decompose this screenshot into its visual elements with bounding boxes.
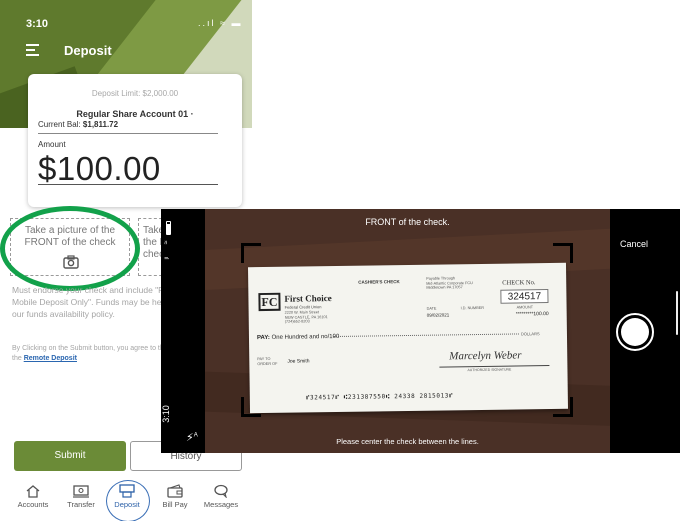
check-date: 09/02/2021 — [426, 312, 450, 318]
amount-label: AMOUNT — [516, 305, 534, 310]
pay-amount-words: One Hundred and no/100 — [271, 333, 340, 341]
pay-label: PAY: — [256, 334, 270, 342]
messages-icon — [214, 484, 228, 498]
current-balance: Current Bal: $1,811.72 — [38, 120, 118, 129]
amount-underline — [38, 184, 218, 185]
bank-logo: FC — [258, 292, 281, 312]
tab-messages[interactable]: Messages — [196, 484, 246, 509]
shutter-button[interactable] — [616, 313, 654, 351]
camera-viewfinder: FRONT of the check. FC First Choice Fede… — [205, 209, 610, 453]
tab-bill-pay[interactable]: Bill Pay — [150, 484, 200, 509]
date-label: DATE — [426, 306, 437, 311]
deposit-card: Deposit Limit: $2,000.00 Regular Share A… — [28, 74, 242, 207]
status-icons: ..ıl ≈ ▬ — [198, 18, 243, 28]
amount-label: Amount — [38, 140, 66, 149]
frame-corner — [553, 243, 573, 263]
micr-line: ⑈324517⑈ ⑆231387550⑆ 24338 2815013⑈ — [305, 392, 454, 402]
bank-subtitle: Federal Credit Union — [284, 304, 322, 310]
flash-icon: ⚡ — [186, 432, 194, 444]
dollars-label: DOLLARS — [520, 331, 540, 337]
pay-dotted-line — [332, 333, 519, 338]
menu-icon[interactable] — [26, 44, 39, 56]
check-number: 324517 — [500, 289, 549, 304]
page-title: Deposit — [64, 43, 112, 58]
shutter-inner — [621, 318, 649, 346]
tab-label: Bill Pay — [162, 500, 188, 509]
camera-title: FRONT of the check. — [365, 217, 450, 227]
frame-corner — [241, 243, 261, 263]
status-time: 3:10 — [161, 405, 171, 423]
payable-through: Payable Through Mid-Atlantic Corporate F… — [426, 276, 473, 290]
flash-mode: A — [193, 432, 198, 439]
tab-deposit[interactable]: Deposit — [102, 480, 152, 521]
signal-icon: ıl — [162, 256, 169, 260]
cancel-button[interactable]: Cancel — [620, 239, 648, 249]
balance-value: $1,811.72 — [82, 120, 119, 129]
highlight-circle — [0, 206, 140, 291]
home-icon — [26, 485, 40, 498]
tab-transfer[interactable]: Transfer — [56, 484, 106, 509]
camera-hint: Please center the check between the line… — [336, 437, 479, 446]
transfer-icon — [73, 485, 89, 498]
status-time: 3:10 — [26, 18, 49, 30]
pay-line: PAY: One Hundred and no/100 — [257, 334, 339, 341]
status-strip: ≈ ıl 3:10 ⚡A — [161, 209, 205, 453]
balance-label: Current Bal: — [38, 120, 81, 129]
camera-screen: ≈ ıl 3:10 ⚡A FRONT of the check. FC Firs… — [161, 209, 680, 453]
check-image: FC First Choice Federal Credit Union 222… — [247, 262, 569, 414]
order-of-label: PAY TO ORDER OF — [257, 356, 278, 366]
battery-icon — [166, 221, 171, 235]
bill-pay-icon — [167, 484, 183, 498]
bank-address: 2220 W. Main Street NEW CASTLE, PA 16101… — [284, 310, 328, 324]
payee-name: Joe Smith — [287, 358, 310, 365]
tab-label: Transfer — [67, 500, 95, 509]
check-number-label: CHECK No. — [502, 279, 536, 287]
scroll-indicator — [676, 291, 678, 335]
tab-accounts[interactable]: Accounts — [8, 484, 58, 509]
signature: Marcelyn Weber — [449, 349, 522, 363]
account-selector[interactable]: Regular Share Account 01 · — [28, 109, 242, 119]
check-amount: *********100.00 — [515, 311, 549, 318]
submit-button[interactable]: Submit — [14, 441, 126, 471]
remote-deposit-link[interactable]: Remote Deposit — [24, 355, 77, 362]
tab-label: Accounts — [17, 500, 49, 509]
flash-toggle[interactable]: ⚡A — [186, 431, 198, 444]
amount-input[interactable]: $100.00 — [38, 150, 161, 188]
divider — [38, 133, 218, 134]
bank-name: First Choice — [284, 293, 332, 304]
bottom-tab-bar: Accounts Transfer Deposit Bill Pay Messa… — [0, 480, 252, 521]
tab-label: Messages — [203, 500, 239, 509]
check-type: CASHIER'S CHECK — [358, 279, 400, 285]
active-tab-ring — [106, 480, 150, 521]
authorized-signature-label: AUTHORIZED SIGNATURE — [467, 367, 512, 373]
wifi-icon: ≈ — [161, 240, 169, 245]
id-label: I.D. NUMBER — [460, 305, 485, 311]
deposit-limit: Deposit Limit: $2,000.00 — [91, 89, 179, 98]
